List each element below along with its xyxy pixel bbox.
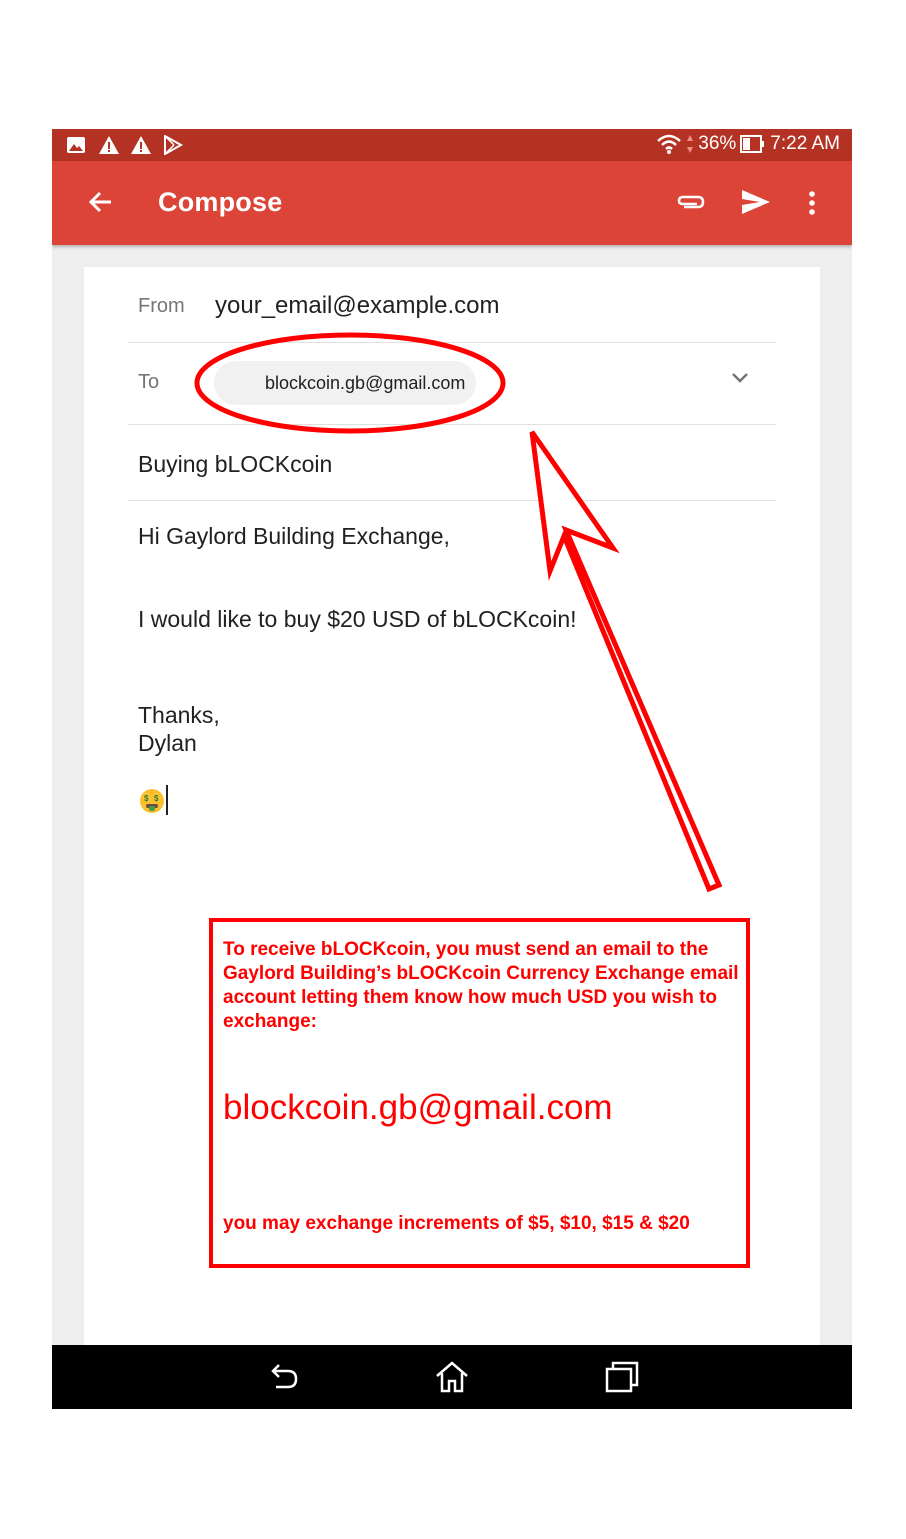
annotation-instructions: To receive bLOCKcoin, you must send an e… xyxy=(223,939,739,1032)
annotation-email: blockcoin.gb@gmail.com xyxy=(223,1088,613,1127)
pointer-arrow xyxy=(529,430,723,893)
annotation-overlay xyxy=(194,332,723,893)
highlight-ellipse xyxy=(194,332,506,434)
annotation-box: To receive bLOCKcoin, you must send an e… xyxy=(209,918,750,1268)
annotation-increments: you may exchange increments of $5, $10, … xyxy=(223,1213,690,1234)
